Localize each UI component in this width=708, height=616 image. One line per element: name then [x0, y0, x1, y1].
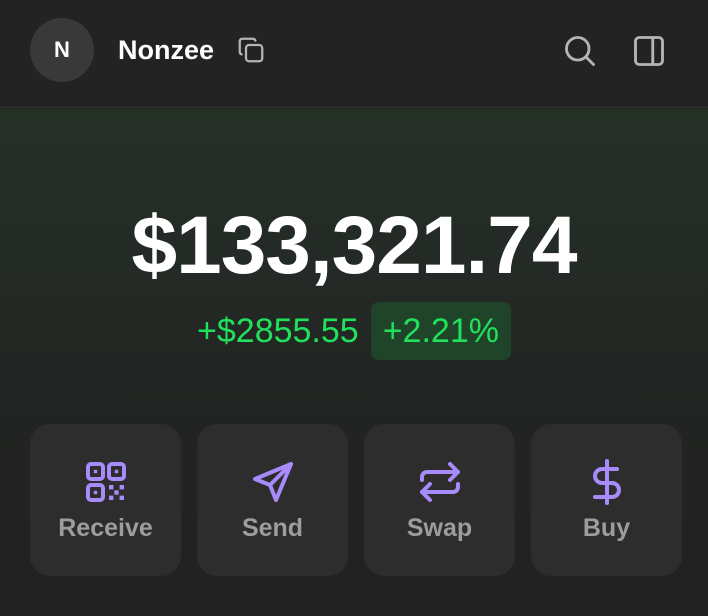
swap-label: Swap: [406, 514, 473, 542]
portfolio-summary: $133,321.74 +$2855.55 +2.21% Receive Sen…: [0, 109, 708, 616]
header: N Nonzee: [0, 0, 708, 108]
account-name[interactable]: Nonzee: [118, 33, 214, 67]
change-percent: +2.21%: [382, 312, 499, 350]
buy-button[interactable]: Buy: [531, 424, 682, 576]
change-percent-badge: +2.21%: [370, 302, 511, 360]
send-button[interactable]: Send: [197, 424, 348, 576]
buy-label: Buy: [582, 514, 631, 542]
receive-label: Receive: [58, 514, 153, 542]
send-icon: [252, 462, 293, 502]
action-buttons: Receive Send Swap Buy: [30, 424, 682, 576]
change-amount: +$2855.55: [197, 312, 359, 350]
change-row: +$2855.55 +2.21%: [0, 302, 708, 360]
send-label: Send: [241, 514, 304, 542]
qr-code-icon: [85, 462, 126, 502]
sidebar-toggle-icon[interactable]: [631, 33, 667, 69]
copy-icon[interactable]: [236, 35, 266, 65]
swap-icon: [419, 462, 460, 502]
wallet-app: N Nonzee $133,321.74 +$2855.55 +2.21% Re…: [0, 0, 708, 616]
swap-button[interactable]: Swap: [364, 424, 515, 576]
dollar-icon: [592, 459, 621, 505]
avatar[interactable]: N: [30, 18, 94, 82]
total-balance: $133,321.74: [131, 200, 577, 291]
receive-button[interactable]: Receive: [30, 424, 181, 576]
search-icon[interactable]: [562, 33, 598, 69]
